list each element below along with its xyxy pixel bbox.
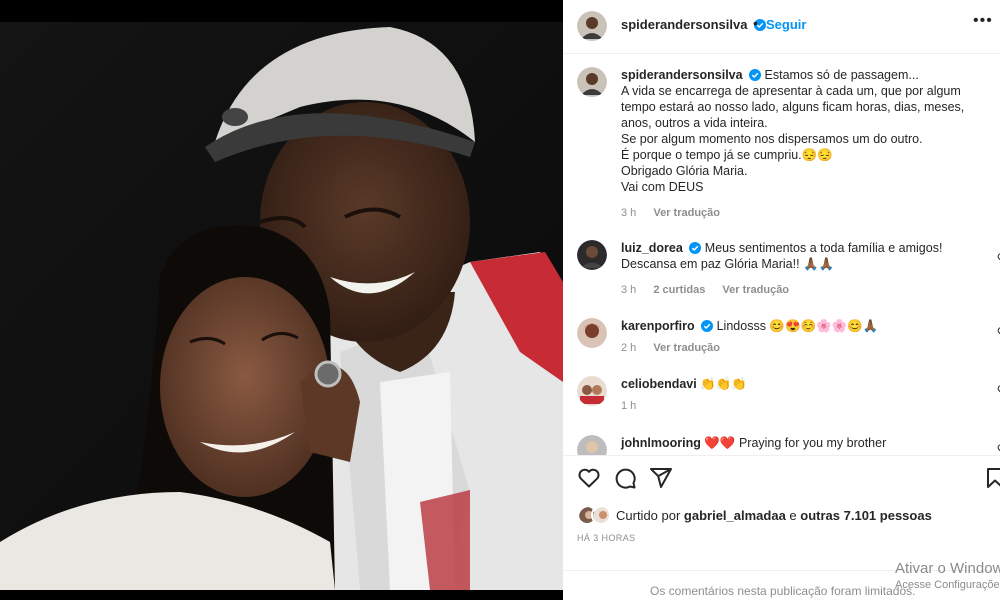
comment-avatar[interactable] [577, 318, 607, 348]
comment-username[interactable]: luiz_dorea [621, 241, 683, 255]
caption-text: spiderandersonsilva Estamos só de passag… [621, 67, 981, 195]
post-photo[interactable] [0, 22, 563, 590]
follow-button[interactable]: Seguir [766, 17, 806, 32]
caption-avatar[interactable] [577, 67, 607, 97]
bookmark-icon[interactable] [983, 466, 1000, 490]
likes-middle: e [785, 508, 801, 523]
comment-avatar[interactable] [577, 435, 607, 455]
comment-text: johnlmooring ❤️❤️ Praying for you my bro… [621, 435, 981, 451]
verified-badge-icon [701, 320, 714, 332]
liker-avatar[interactable] [591, 505, 611, 525]
comment-username[interactable]: celiobendavi [621, 377, 697, 391]
liker-username[interactable]: gabriel_almadaa [684, 508, 786, 523]
author-username-text[interactable]: spiderandersonsilva [621, 17, 747, 32]
caption-line: A vida se encarrega de apresentar à cada… [621, 84, 965, 130]
likes-others-link[interactable]: outras 7.101 pessoas [800, 508, 932, 523]
translate-link[interactable]: Ver tradução [722, 284, 789, 296]
comment-username[interactable]: johnlmooring [621, 436, 701, 450]
verified-badge-icon [749, 69, 762, 81]
comments-list[interactable]: spiderandersonsilva Estamos só de passag… [563, 55, 1000, 455]
caption-meta: 3 h Ver tradução [621, 207, 734, 219]
author-username[interactable]: spiderandersonsilva [621, 17, 767, 32]
post-actions-bar [563, 455, 1000, 497]
comment-body: Lindosss 😊😍☺️🌸🌸😊🙏🏾 [716, 319, 879, 333]
verified-badge-icon [689, 242, 702, 254]
comment-body: 👏👏👏 [700, 377, 747, 391]
post-photo-panel [0, 0, 563, 600]
likes-prefix: Curtido por [616, 508, 684, 523]
instagram-post-modal: spiderandersonsilva • Seguir ••• spidera… [0, 0, 1000, 600]
comments-limited-text: Os comentários nesta publicação foram li… [650, 584, 916, 598]
comment-likes-link[interactable]: 2 curtidas [653, 284, 705, 296]
caption-username[interactable]: spiderandersonsilva [621, 68, 743, 82]
caption-line: Se por algum momento nos dispersamos um … [621, 132, 923, 146]
comment-text: celiobendavi 👏👏👏 [621, 376, 981, 392]
heart-icon[interactable] [577, 466, 601, 490]
comment-icon[interactable] [613, 466, 637, 490]
comment-body: ❤️❤️ Praying for you my brother [704, 436, 887, 450]
comment-time: 2 h [621, 342, 637, 354]
translate-link[interactable]: Ver tradução [653, 207, 720, 219]
comment-time: 3 h [621, 284, 637, 296]
share-icon[interactable] [649, 466, 673, 490]
translate-link[interactable]: Ver tradução [653, 342, 720, 354]
comment-meta: 1 h [621, 400, 650, 412]
comment-meta: 3 h 2 curtidas Ver tradução [621, 284, 803, 296]
post-header: spiderandersonsilva • Seguir ••• [563, 0, 1000, 54]
comment-username[interactable]: karenporfiro [621, 319, 695, 333]
comment-avatar[interactable] [577, 376, 607, 406]
caption-line: Estamos só de passagem... [764, 68, 919, 82]
caption-line: É porque o tempo já se cumpriu.😔😔 [621, 148, 833, 162]
comment-text: karenporfiro Lindosss 😊😍☺️🌸🌸😊🙏🏾 [621, 318, 981, 334]
comment-time: 1 h [621, 400, 637, 412]
likes-summary: Curtido por gabriel_almadaa e outras 7.1… [577, 505, 997, 525]
comments-limited-footer: Os comentários nesta publicação foram li… [563, 570, 1000, 600]
caption-time: 3 h [621, 207, 637, 219]
caption-line: Vai com DEUS [621, 180, 704, 194]
more-options-icon[interactable]: ••• [973, 12, 993, 30]
comment-avatar[interactable] [577, 240, 607, 270]
post-details-panel: spiderandersonsilva • Seguir ••• spidera… [563, 0, 1000, 600]
author-avatar[interactable] [577, 11, 607, 41]
comment-meta: 2 h Ver tradução [621, 342, 734, 354]
comment-text: luiz_dorea Meus sentimentos a toda famíl… [621, 240, 981, 272]
post-date[interactable]: HÁ 3 HORAS [577, 533, 636, 543]
separator-dot: • [753, 15, 758, 31]
likes-text: Curtido por gabriel_almadaa e outras 7.1… [616, 508, 932, 523]
caption-line: Obrigado Glória Maria. [621, 164, 748, 178]
